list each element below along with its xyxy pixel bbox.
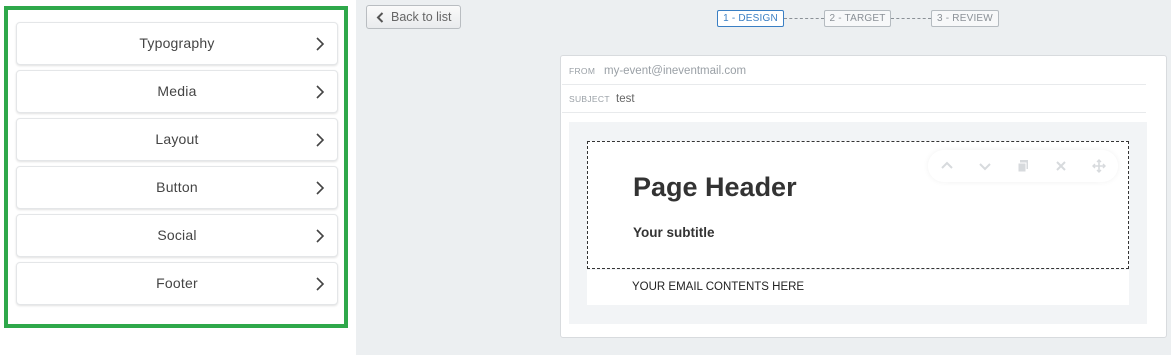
page-subtitle[interactable]: Your subtitle (633, 225, 715, 240)
from-field[interactable]: my-event@ineventmail.com (604, 65, 746, 77)
email-canvas: Page Header Your subtitle YOUR EMAIL CON… (569, 122, 1147, 324)
email-preview-card: FROM my-event@ineventmail.com SUBJECT te… (560, 55, 1167, 338)
block-label: Layout (155, 131, 199, 147)
header-block[interactable]: Page Header Your subtitle (587, 141, 1129, 269)
block-typography[interactable]: Typography (16, 22, 338, 65)
drag-icon[interactable] (1092, 159, 1106, 173)
chevron-right-icon (316, 133, 325, 147)
block-media[interactable]: Media (16, 70, 338, 113)
block-label: Social (157, 227, 197, 243)
subject-row: SUBJECT test (562, 85, 1146, 113)
block-layout[interactable]: Layout (16, 118, 338, 161)
subject-label: SUBJECT (569, 94, 610, 104)
chevron-right-icon (316, 37, 325, 51)
step-design[interactable]: 1 - DESIGN (717, 10, 784, 27)
email-body-text[interactable]: YOUR EMAIL CONTENTS HERE (632, 281, 804, 293)
back-label: Back to list (391, 10, 452, 24)
block-label: Typography (139, 35, 215, 51)
chevron-left-icon (376, 12, 384, 23)
step-target[interactable]: 2 - TARGET (824, 10, 891, 27)
step-review[interactable]: 3 - REVIEW (931, 10, 999, 27)
chevron-right-icon (316, 181, 325, 195)
delete-icon[interactable] (1054, 159, 1068, 173)
back-to-list-button[interactable]: Back to list (366, 5, 461, 29)
chevron-right-icon (316, 277, 325, 291)
chevron-right-icon (316, 229, 325, 243)
page-header[interactable]: Page Header (633, 172, 797, 203)
step-connector (784, 18, 824, 19)
block-footer[interactable]: Footer (16, 262, 338, 305)
subject-field[interactable]: test (616, 93, 635, 105)
block-social[interactable]: Social (16, 214, 338, 257)
block-label: Button (156, 179, 198, 195)
block-button[interactable]: Button (16, 166, 338, 209)
block-toolbar (928, 150, 1118, 182)
blocks-panel: Typography Media Layout Button Social Fo… (0, 0, 356, 355)
block-label: Footer (156, 275, 198, 291)
blocks-list: Typography Media Layout Button Social Fo… (4, 6, 348, 328)
from-row: FROM my-event@ineventmail.com (562, 57, 1146, 85)
editor-workspace: Back to list 1 - DESIGN 2 - TARGET 3 - R… (356, 0, 1171, 355)
step-connector (891, 18, 931, 19)
duplicate-icon[interactable] (1016, 159, 1030, 173)
from-label: FROM (569, 66, 596, 76)
move-down-icon[interactable] (978, 159, 992, 173)
block-label: Media (157, 83, 197, 99)
chevron-right-icon (316, 85, 325, 99)
move-up-icon[interactable] (940, 159, 954, 173)
content-block[interactable]: YOUR EMAIL CONTENTS HERE (587, 270, 1129, 305)
